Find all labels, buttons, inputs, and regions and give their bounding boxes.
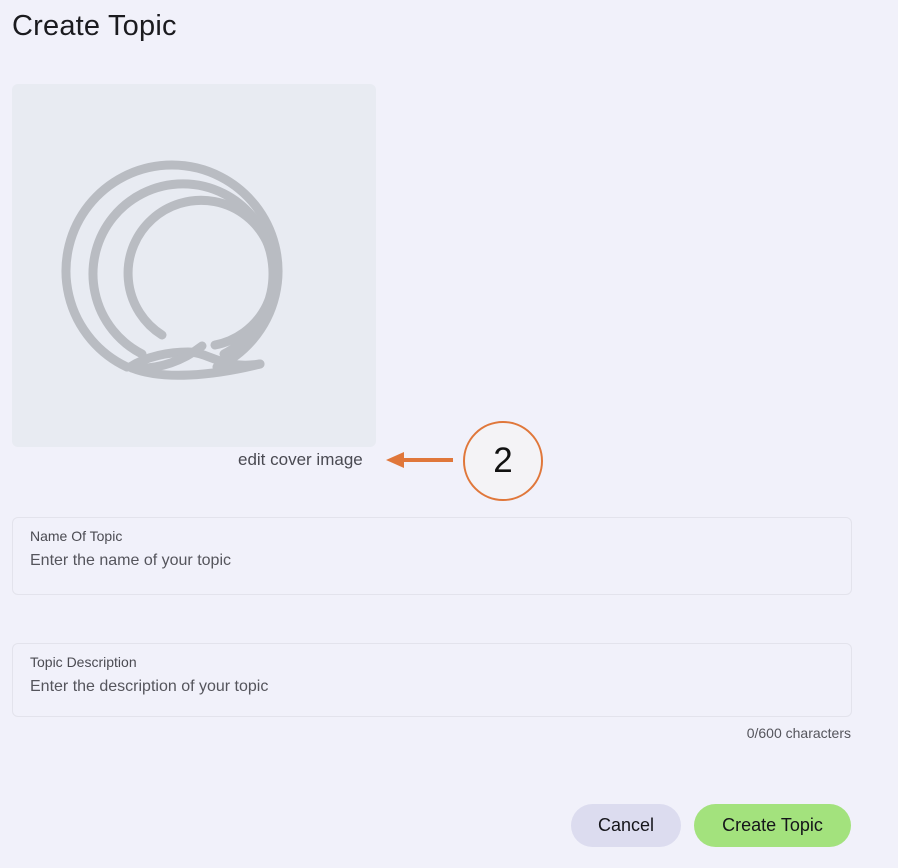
- create-topic-button[interactable]: Create Topic: [694, 804, 851, 847]
- topic-description-input[interactable]: [30, 678, 830, 696]
- logo-ring-icon: [61, 160, 283, 380]
- topic-description-label: Topic Description: [30, 654, 137, 670]
- cancel-button[interactable]: Cancel: [571, 804, 681, 847]
- page-title: Create Topic: [12, 10, 177, 42]
- topic-name-label: Name Of Topic: [30, 528, 123, 544]
- topic-description-field[interactable]: Topic Description: [12, 643, 852, 717]
- cover-image[interactable]: [12, 84, 376, 447]
- annotation-step-badge: 2: [463, 421, 543, 501]
- topic-name-input[interactable]: [30, 552, 830, 570]
- edit-cover-image-link[interactable]: edit cover image: [238, 450, 363, 470]
- annotation-arrow-icon: [386, 452, 453, 468]
- character-counter: 0/600 characters: [746, 725, 851, 741]
- topic-name-field[interactable]: Name Of Topic: [12, 517, 852, 595]
